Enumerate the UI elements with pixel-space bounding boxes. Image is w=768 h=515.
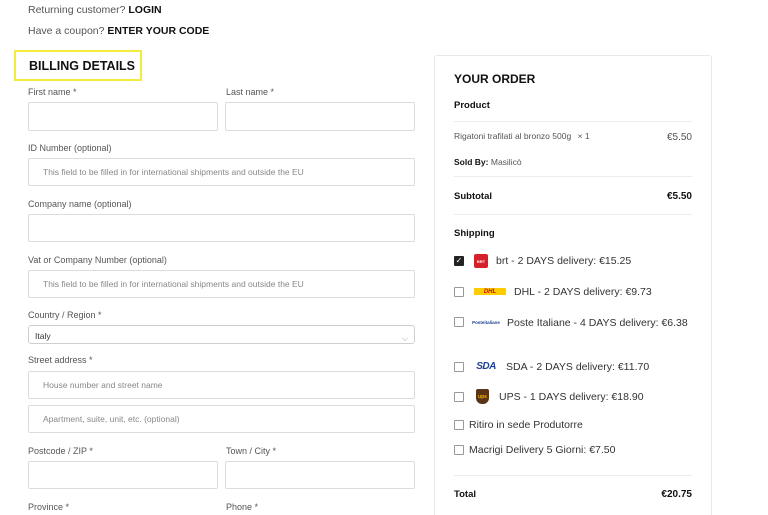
brt-logo-icon: BRT: [474, 254, 488, 268]
first-name-label: First name *: [28, 87, 77, 97]
returning-customer-notice: Returning customer? LOGIN: [28, 4, 162, 16]
shipping-option-dhl[interactable]: DHL DHL - 2 DAYS delivery: €9.73: [454, 286, 694, 298]
vat-number-field[interactable]: This field to be filled in for internati…: [28, 270, 415, 298]
divider: [454, 176, 692, 177]
town-field[interactable]: [225, 461, 415, 489]
shipping-checkbox-ups[interactable]: [454, 392, 464, 402]
shipping-option-label: Macrigi Delivery 5 Giorni: €7.50: [469, 444, 616, 456]
last-name-field[interactable]: [225, 102, 415, 131]
shipping-option-sda[interactable]: SDA SDA - 2 DAYS delivery: €11.70: [454, 361, 694, 373]
billing-details-heading: BILLING DETAILS: [14, 50, 142, 81]
subtotal-label: Subtotal: [454, 191, 492, 202]
shipping-checkbox-sda[interactable]: [454, 362, 464, 372]
divider: [454, 121, 692, 122]
shipping-option-label: UPS - 1 DAYS delivery: €18.90: [499, 391, 644, 403]
country-select[interactable]: Italy ⌵: [28, 325, 415, 344]
shipping-checkbox-dhl[interactable]: [454, 287, 464, 297]
shipping-option-label: Poste Italiane - 4 DAYS delivery: €6.38: [507, 317, 688, 329]
shipping-option-label: SDA - 2 DAYS delivery: €11.70: [506, 361, 650, 373]
street-address-line2-field[interactable]: Apartment, suite, unit, etc. (optional): [28, 405, 415, 433]
shipping-checkbox-ritiro-in-sede[interactable]: [454, 420, 464, 430]
sold-by-label: Sold By:: [454, 157, 489, 167]
total-label: Total: [454, 489, 476, 500]
shipping-option-ups[interactable]: ups UPS - 1 DAYS delivery: €18.90: [454, 389, 694, 404]
sda-logo-text: SDA: [476, 361, 496, 372]
vat-number-placeholder: This field to be filled in for internati…: [43, 279, 304, 289]
order-item-name: Rigatoni trafilati al bronzo 500g: [454, 131, 572, 141]
order-item-price: €5.50: [666, 132, 692, 143]
dhl-logo-icon: DHL: [474, 288, 506, 295]
your-order-title: YOUR ORDER: [454, 72, 536, 86]
shipping-option-macrigi-delivery[interactable]: Macrigi Delivery 5 Giorni: €7.50: [454, 444, 694, 456]
poste-italiane-logo-icon: Posteitaliane: [469, 317, 503, 327]
id-number-label: ID Number (optional): [28, 143, 112, 153]
shipping-option-label: brt - 2 DAYS delivery: €15.25: [496, 255, 632, 267]
poste-italiane-logo-text: Posteitaliane: [472, 319, 500, 325]
first-name-field[interactable]: [28, 102, 218, 131]
shipping-option-ritiro-in-sede[interactable]: Ritiro in sede Produtorre: [454, 419, 694, 431]
sold-by-vendor: Masilicò: [490, 157, 522, 167]
phone-label: Phone *: [226, 502, 259, 512]
enter-coupon-link[interactable]: ENTER YOUR CODE: [107, 25, 209, 37]
vat-number-label: Vat or Company Number (optional): [28, 255, 167, 265]
shipping-checkbox-macrigi-delivery[interactable]: [454, 445, 464, 455]
subtotal-value: €5.50: [666, 191, 692, 202]
shipping-option-poste-italiane[interactable]: Posteitaliane Poste Italiane - 4 DAYS de…: [454, 316, 704, 331]
province-label: Province *: [28, 502, 70, 512]
coupon-notice: Have a coupon? ENTER YOUR CODE: [28, 25, 209, 37]
order-item-qty: × 1: [577, 131, 590, 141]
ups-logo-icon: ups: [476, 389, 489, 404]
postcode-label: Postcode / ZIP *: [28, 446, 93, 456]
chevron-down-icon: ⌵: [401, 334, 408, 343]
total-value: €20.75: [661, 489, 692, 500]
shipping-checkbox-poste-italiane[interactable]: [454, 317, 464, 327]
last-name-label: Last name *: [226, 87, 275, 97]
shipping-option-label: Ritiro in sede Produtorre: [469, 419, 583, 431]
id-number-placeholder: This field to be filled in for internati…: [43, 167, 304, 177]
shipping-option-brt[interactable]: ✓ BRT brt - 2 DAYS delivery: €15.25: [454, 254, 694, 268]
shipping-checkbox-brt[interactable]: ✓: [454, 256, 464, 266]
town-label: Town / City *: [226, 446, 277, 456]
divider: [454, 214, 692, 215]
sda-logo-icon: SDA: [474, 361, 498, 372]
street-address-line1-field[interactable]: House number and street name: [28, 371, 415, 399]
country-label: Country / Region *: [28, 310, 102, 320]
postcode-field[interactable]: [28, 461, 218, 489]
street-address-line2-placeholder: Apartment, suite, unit, etc. (optional): [43, 414, 180, 424]
shipping-heading: Shipping: [454, 228, 495, 239]
sold-by-line: Sold By: Masilicò: [454, 157, 522, 167]
coupon-text: Have a coupon?: [28, 25, 105, 37]
company-name-label: Company name (optional): [28, 199, 132, 209]
company-name-field[interactable]: [28, 214, 415, 242]
ups-logo-text: ups: [478, 393, 487, 400]
brt-logo-text: BRT: [476, 258, 486, 264]
country-selected-value: Italy: [35, 331, 51, 341]
product-heading: Product: [454, 100, 490, 111]
order-item-line: Rigatoni trafilati al bronzo 500g × 1: [454, 131, 590, 141]
street-address-label: Street address *: [28, 355, 93, 365]
returning-customer-text: Returning customer?: [28, 4, 126, 16]
login-link[interactable]: LOGIN: [128, 4, 161, 16]
id-number-field[interactable]: This field to be filled in for internati…: [28, 158, 415, 186]
dhl-logo-text: DHL: [483, 288, 497, 295]
street-address-line1-placeholder: House number and street name: [43, 380, 163, 390]
shipping-option-label: DHL - 2 DAYS delivery: €9.73: [514, 286, 652, 298]
divider: [454, 475, 692, 476]
